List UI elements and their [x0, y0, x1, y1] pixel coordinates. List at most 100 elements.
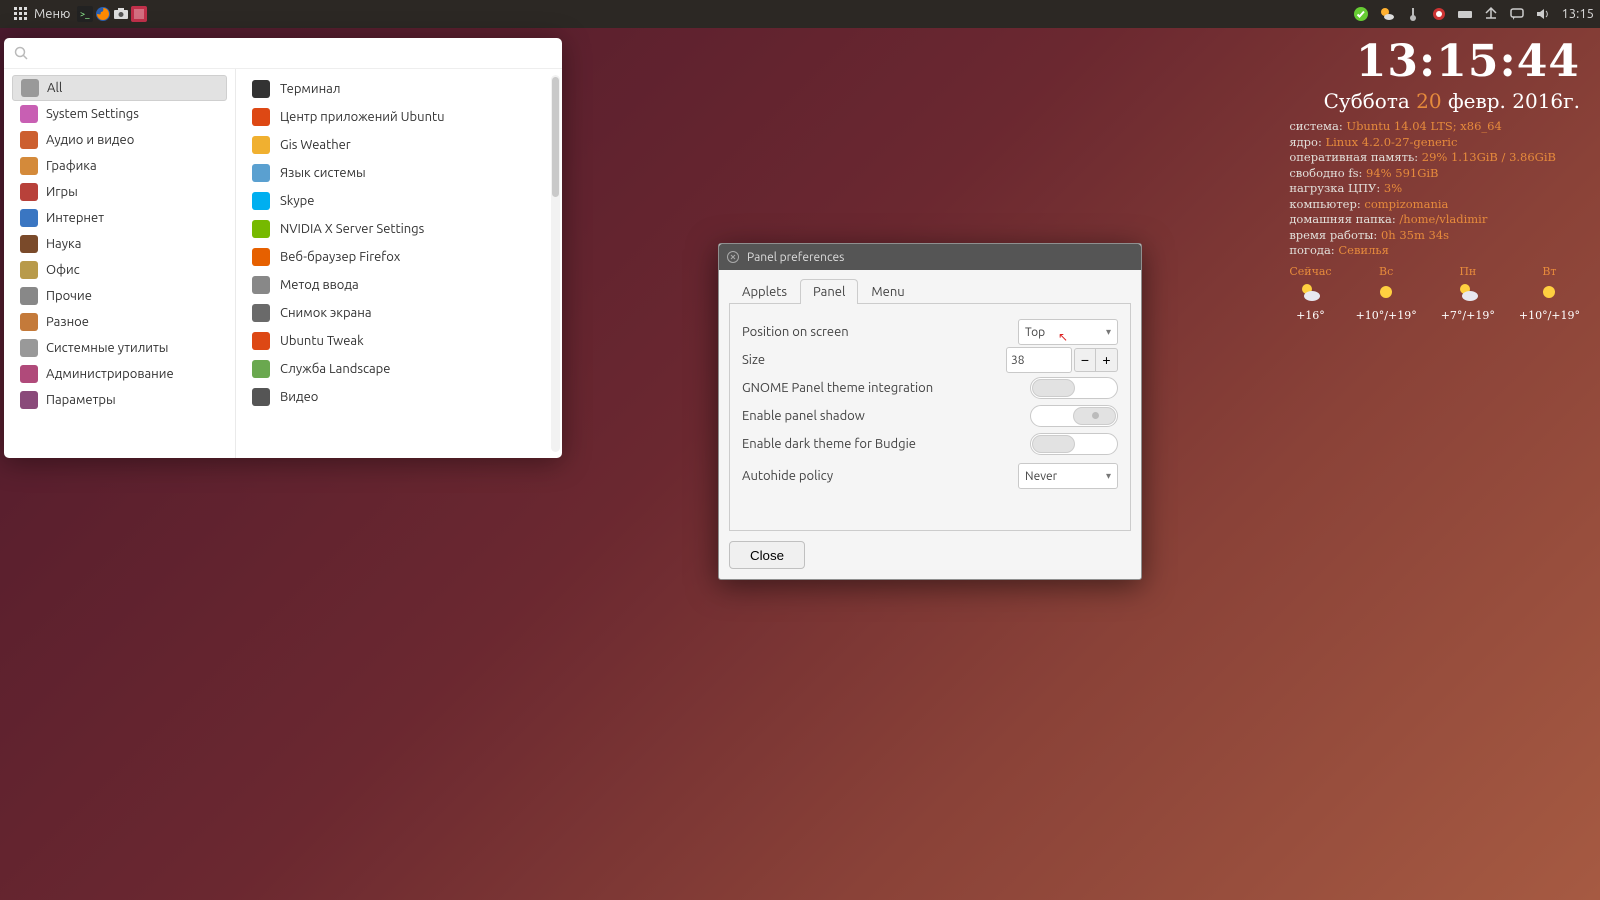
desktop-info-overlay: 13:15:44 Суббота 20 февр. 2016г. система…	[1289, 36, 1580, 322]
category-label: Системные утилиты	[46, 341, 168, 355]
app-item[interactable]: Служба Landscape	[246, 355, 558, 383]
forecast-temp: +16°	[1296, 309, 1325, 322]
menu-search-input[interactable]	[34, 45, 552, 62]
panel-tab-form: Position on screen Top Size 38 − + GNOME…	[729, 304, 1131, 531]
volume-tray-icon[interactable]	[1535, 6, 1551, 22]
forecast-temp: +10°/+19°	[1356, 309, 1417, 322]
category-icon	[21, 79, 39, 97]
status-ok-icon[interactable]	[1353, 6, 1369, 22]
category-label: Параметры	[46, 393, 116, 407]
category-item[interactable]: Графика	[12, 153, 227, 179]
size-decrement-button[interactable]: −	[1074, 348, 1096, 372]
category-item[interactable]: System Settings	[12, 101, 227, 127]
weather-tray-icon[interactable]	[1379, 6, 1395, 22]
svg-text:>_: >_	[80, 9, 90, 19]
category-item[interactable]: Офис	[12, 257, 227, 283]
application-menu: All System Settings Аудио и видео Графика Иг…	[4, 38, 562, 458]
screenshot-launcher-icon[interactable]	[112, 5, 130, 23]
app-item[interactable]: Gis Weather	[246, 131, 558, 159]
dialog-tabs: AppletsPanelMenu	[729, 278, 1131, 304]
close-icon[interactable]	[727, 251, 739, 263]
tab-applets[interactable]: Applets	[729, 279, 800, 304]
app-item[interactable]: Центр приложений Ubuntu	[246, 103, 558, 131]
app-item[interactable]: Видео	[246, 383, 558, 411]
forecast-day: Вт+10°/+19°	[1519, 265, 1580, 322]
category-icon	[20, 287, 38, 305]
updates-tray-icon[interactable]	[1431, 6, 1447, 22]
category-item[interactable]: All	[12, 75, 227, 101]
category-item[interactable]: Администрирование	[12, 361, 227, 387]
app-item[interactable]: Skype	[246, 187, 558, 215]
app-item[interactable]: Терминал	[246, 75, 558, 103]
app-label: Центр приложений Ubuntu	[280, 110, 445, 124]
app-list-scrollbar[interactable]	[551, 75, 560, 452]
app-item[interactable]: Снимок экрана	[246, 299, 558, 327]
category-icon	[20, 391, 38, 409]
app-item[interactable]: NVIDIA X Server Settings	[246, 215, 558, 243]
temperature-icon[interactable]	[1405, 6, 1421, 22]
dark-theme-toggle[interactable]	[1030, 433, 1118, 455]
app-label: Снимок экрана	[280, 306, 372, 320]
app-label: NVIDIA X Server Settings	[280, 222, 424, 236]
network-tray-icon[interactable]	[1483, 6, 1499, 22]
category-label: System Settings	[46, 107, 139, 121]
conky-row: компьютер: compizomania	[1289, 197, 1580, 213]
weather-icon	[1456, 280, 1480, 307]
category-item[interactable]: Интернет	[12, 205, 227, 231]
tab-panel[interactable]: Panel	[800, 279, 858, 304]
close-button[interactable]: Close	[729, 541, 805, 569]
gnome-integration-toggle[interactable]	[1030, 377, 1118, 399]
category-label: Разное	[46, 315, 89, 329]
app-label: Ubuntu Tweak	[280, 334, 364, 348]
category-icon	[20, 339, 38, 357]
size-spin-input[interactable]: 38	[1006, 347, 1072, 373]
firefox-launcher-icon[interactable]	[94, 5, 112, 23]
category-icon	[20, 209, 38, 227]
category-item[interactable]: Параметры	[12, 387, 227, 413]
category-label: Интернет	[46, 211, 104, 225]
app-icon	[252, 332, 270, 350]
category-item[interactable]: Игры	[12, 179, 227, 205]
app-item[interactable]: Веб-браузер Firefox	[246, 243, 558, 271]
conky-row: ядро: Linux 4.2.0-27-generic	[1289, 135, 1580, 151]
category-item[interactable]: Прочие	[12, 283, 227, 309]
app-label: Видео	[280, 390, 318, 404]
app-icon	[252, 164, 270, 182]
conky-row: оперативная память: 29% 1.13GiB / 3.86Gi…	[1289, 150, 1580, 166]
conky-row: погода: Севилья	[1289, 243, 1580, 259]
position-select[interactable]: Top	[1018, 319, 1118, 345]
forecast-day: Сейчас+16°	[1289, 265, 1331, 322]
category-label: Игры	[46, 185, 78, 199]
app-item[interactable]: Метод ввода	[246, 271, 558, 299]
size-increment-button[interactable]: +	[1096, 348, 1118, 372]
category-label: Графика	[46, 159, 97, 173]
category-item[interactable]: Системные утилиты	[12, 335, 227, 361]
autohide-select[interactable]: Never	[1018, 463, 1118, 489]
keyboard-tray-icon[interactable]	[1457, 6, 1473, 22]
tab-menu[interactable]: Menu	[858, 279, 917, 304]
app-item[interactable]: Ubuntu Tweak	[246, 327, 558, 355]
category-label: Прочие	[46, 289, 92, 303]
app-item[interactable]: Язык системы	[246, 159, 558, 187]
terminal-launcher-icon[interactable]: >_	[76, 5, 94, 23]
category-label: All	[47, 81, 62, 95]
app-launcher-icon[interactable]	[130, 5, 148, 23]
gnome-integration-label: GNOME Panel theme integration	[742, 381, 1030, 395]
category-icon	[20, 105, 38, 123]
panel-clock[interactable]: 13:15	[1561, 7, 1594, 21]
category-label: Офис	[46, 263, 80, 277]
forecast-day: Пн+7°/+19°	[1441, 265, 1495, 322]
chat-tray-icon[interactable]	[1509, 6, 1525, 22]
category-item[interactable]: Разное	[12, 309, 227, 335]
app-icon	[252, 192, 270, 210]
category-item[interactable]: Наука	[12, 231, 227, 257]
dialog-titlebar[interactable]: Panel preferences	[719, 244, 1141, 270]
category-item[interactable]: Аудио и видео	[12, 127, 227, 153]
shadow-toggle[interactable]	[1030, 405, 1118, 427]
menu-button[interactable]: Меню	[6, 3, 76, 25]
search-icon	[14, 46, 28, 60]
conky-row: время работы: 0h 35m 34s	[1289, 228, 1580, 244]
category-icon	[20, 261, 38, 279]
shadow-label: Enable panel shadow	[742, 409, 1030, 423]
conky-date: Суббота 20 февр. 2016г.	[1289, 89, 1580, 113]
